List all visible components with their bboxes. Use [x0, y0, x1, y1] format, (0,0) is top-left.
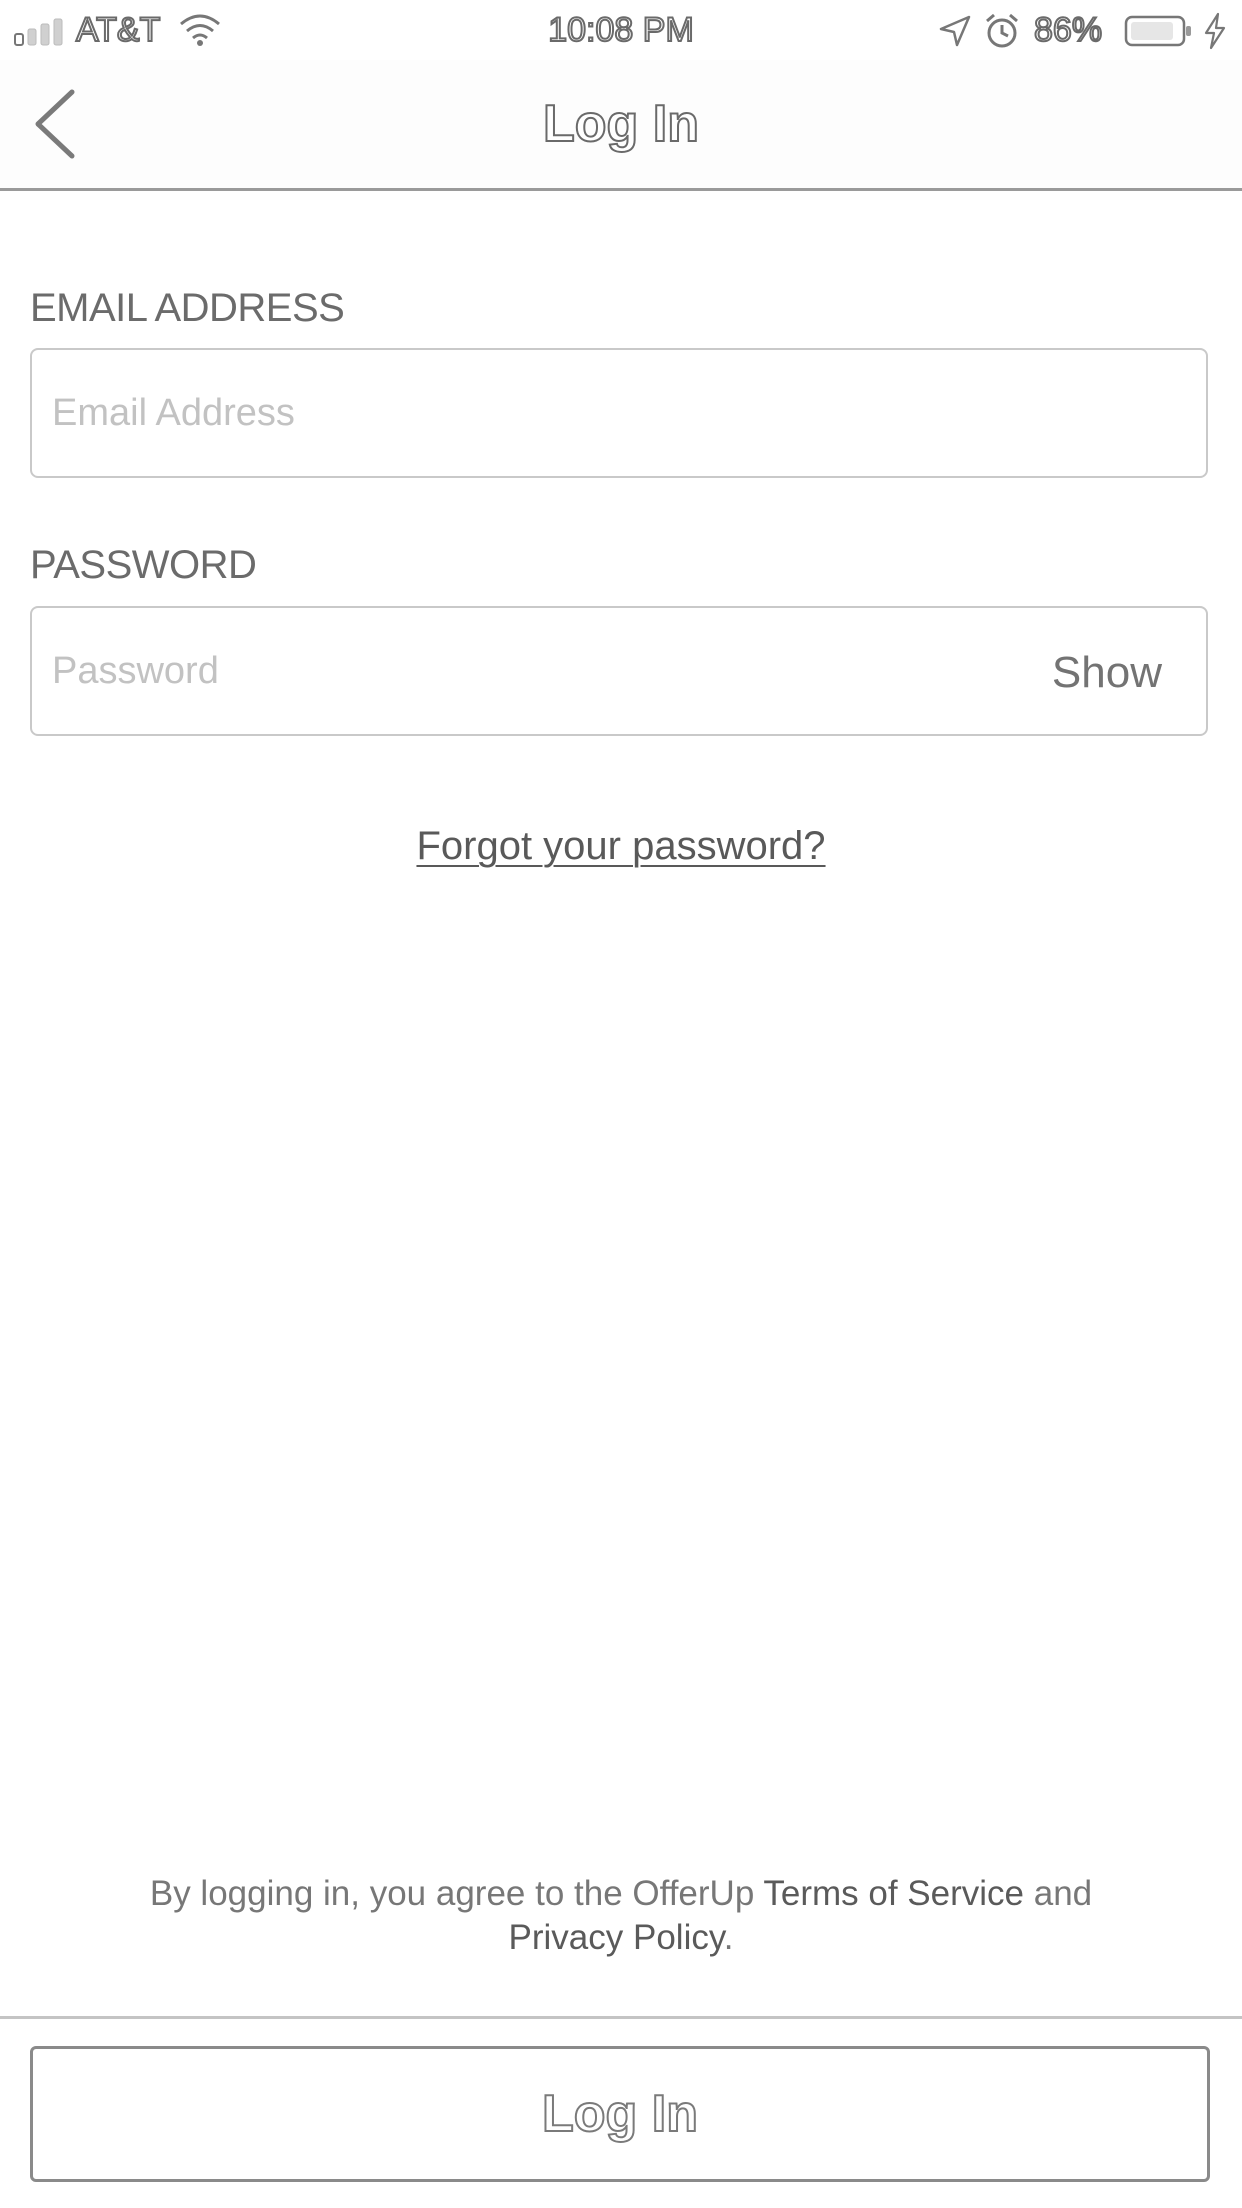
- battery-icon: [1124, 15, 1191, 47]
- battery-percent: 86%: [1033, 10, 1103, 50]
- status-bar: AT&T 10:08 PM 86%: [0, 0, 1242, 60]
- forgot-password-link[interactable]: Forgot your password?: [416, 824, 825, 868]
- password-label: PASSWORD: [30, 543, 257, 587]
- legal-prefix: By logging in, you agree to the OfferUp: [149, 1874, 764, 1913]
- login-button[interactable]: Log In: [30, 2046, 1210, 2182]
- legal-suffix: .: [723, 1918, 734, 1957]
- password-field[interactable]: [52, 608, 952, 734]
- footer-divider: [0, 2016, 1242, 2019]
- alarm-icon: [986, 13, 1018, 48]
- email-field[interactable]: [52, 350, 952, 476]
- email-field-container: [30, 348, 1208, 478]
- page-title: Log In: [542, 94, 700, 154]
- charging-icon: [1204, 12, 1226, 50]
- nav-bar: Log In: [0, 60, 1242, 191]
- password-field-container: Show: [30, 606, 1208, 736]
- location-icon: [939, 15, 971, 47]
- email-label: EMAIL ADDRESS: [30, 286, 345, 330]
- terms-of-service-link[interactable]: Terms of Service: [763, 1874, 1024, 1913]
- show-password-button[interactable]: Show: [1052, 608, 1162, 734]
- legal-notice: By logging in, you agree to the OfferUp …: [100, 1872, 1142, 1960]
- privacy-policy-link[interactable]: Privacy Policy: [509, 1918, 724, 1957]
- legal-middle: and: [1024, 1874, 1093, 1913]
- forgot-password-row: Forgot your password?: [0, 818, 1242, 874]
